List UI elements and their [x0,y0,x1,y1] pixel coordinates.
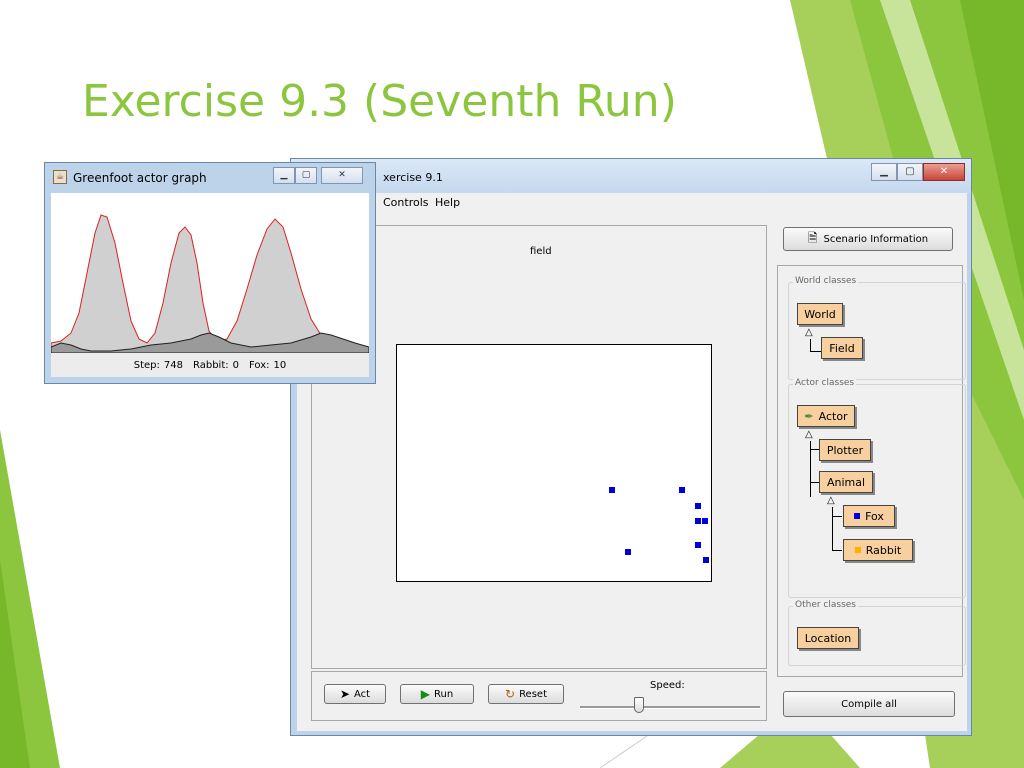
close-icon[interactable]: ✕ [321,167,363,184]
speed-label: Speed: [650,680,685,691]
rabbit-count-label: Rabbit: [193,359,229,371]
class-field-label: Field [829,341,855,355]
class-field[interactable]: Field [821,337,863,359]
class-world[interactable]: World [797,303,843,325]
close-icon[interactable]: ✕ [923,163,965,181]
class-animal[interactable]: Animal [819,471,873,493]
reset-icon: ↻ [505,687,516,701]
fox-actor[interactable] [695,542,701,548]
actor-classes-legend: Actor classes [793,378,857,388]
class-actor-label: Actor [818,409,848,423]
inheritance-arrow-icon: △ [827,495,835,506]
fox-actor[interactable] [625,549,631,555]
class-location-label: Location [804,631,852,645]
world-panel: field [311,225,767,669]
scenario-information-button[interactable]: 🗎 Scenario Information [783,227,953,251]
fox-icon [854,513,861,519]
actor-icon: ✒ [804,409,814,423]
rabbit-population-area [51,214,369,353]
world-classes-group: World classes World △ Field [788,276,966,380]
rabbit-count-value: 0 [232,359,239,371]
inheritance-arrow-icon: △ [805,327,813,338]
reset-button[interactable]: ↻ Reset [488,684,564,704]
menu-help[interactable]: Help [435,196,460,209]
main-title-bar[interactable]: xercise 9.1 ▁ ▢ ✕ [291,159,971,193]
other-classes-legend: Other classes [793,600,858,610]
slide-title: Exercise 9.3 (Seventh Run) [82,76,677,127]
fox-actor[interactable] [609,487,615,493]
run-button[interactable]: ▶ Run [400,684,474,704]
graph-window-controls: ▁ ▢ ✕ [273,167,363,184]
main-window-controls: ▁ ▢ ✕ [871,163,965,181]
fox-actor[interactable] [702,518,708,524]
step-label: Step: [133,359,160,371]
speed-slider-track[interactable] [580,706,760,709]
inheritance-line [832,516,842,517]
population-graph [51,193,369,353]
graph-window-title: Greenfoot actor graph [73,171,207,185]
fox-actor[interactable] [695,518,701,524]
class-actor[interactable]: ✒ Actor [797,405,855,427]
world-label: field [530,246,552,257]
actor-classes-group: Actor classes ✒ Actor △ Plotter Animal △ [788,378,966,598]
scenario-button-label: Scenario Information [823,233,929,245]
class-browser: World classes World △ Field Actor classe… [777,265,966,677]
minimize-icon[interactable]: ▁ [871,163,897,181]
menu-controls[interactable]: Controls [383,196,429,209]
graph-title-bar[interactable]: ☕ Greenfoot actor graph ▁ ▢ ✕ [45,163,375,191]
greenfoot-main-window: xercise 9.1 ▁ ▢ ✕ Controls Help field ➤ … [290,158,972,736]
minimize-icon[interactable]: ▁ [273,167,295,184]
inheritance-line [810,339,821,352]
class-fox[interactable]: Fox [843,505,895,527]
fox-actor[interactable] [679,487,685,493]
world-classes-legend: World classes [793,276,859,286]
field-area[interactable] [396,344,712,582]
class-fox-label: Fox [865,509,884,523]
inheritance-line [832,550,842,551]
maximize-icon[interactable]: ▢ [897,163,923,181]
act-arrow-icon: ➤ [339,687,350,701]
control-bar: ➤ Act ▶ Run ↻ Reset Speed: [311,671,767,721]
maximize-icon[interactable]: ▢ [295,167,317,184]
class-world-label: World [804,307,836,321]
document-icon: 🗎 [807,230,818,245]
play-icon: ▶ [420,687,431,701]
inheritance-arrow-icon: △ [805,429,813,440]
main-client-area: field ➤ Act ▶ Run ↻ Reset Speed: 🗎 Scena… [297,213,967,731]
compile-all-button[interactable]: Compile all [783,691,955,717]
actor-graph-window: ☕ Greenfoot actor graph ▁ ▢ ✕ Step: 748 … [44,162,376,384]
run-button-label: Run [434,688,454,700]
java-icon: ☕ [53,170,67,184]
class-rabbit[interactable]: Rabbit [843,539,913,561]
fox-actor[interactable] [703,557,709,563]
menu-bar: Controls Help [297,193,967,214]
fox-actor[interactable] [695,503,701,509]
speed-slider-thumb[interactable] [634,697,645,713]
fox-count-value: 10 [273,359,287,371]
rabbit-icon [854,547,861,553]
graph-status-bar: Step: 748 Rabbit: 0 Fox: 10 [51,353,369,377]
main-window-title: xercise 9.1 [383,171,443,184]
step-value: 748 [163,359,183,371]
reset-button-label: Reset [519,688,547,700]
act-button-label: Act [353,688,371,700]
other-classes-group: Other classes Location [788,600,966,666]
class-plotter-label: Plotter [826,443,864,457]
class-location[interactable]: Location [797,627,859,649]
inheritance-line [832,507,843,551]
act-button[interactable]: ➤ Act [324,684,386,704]
class-plotter[interactable]: Plotter [819,439,871,461]
class-animal-label: Animal [826,475,866,489]
class-rabbit-label: Rabbit [865,543,902,557]
fox-count-label: Fox: [249,359,270,371]
